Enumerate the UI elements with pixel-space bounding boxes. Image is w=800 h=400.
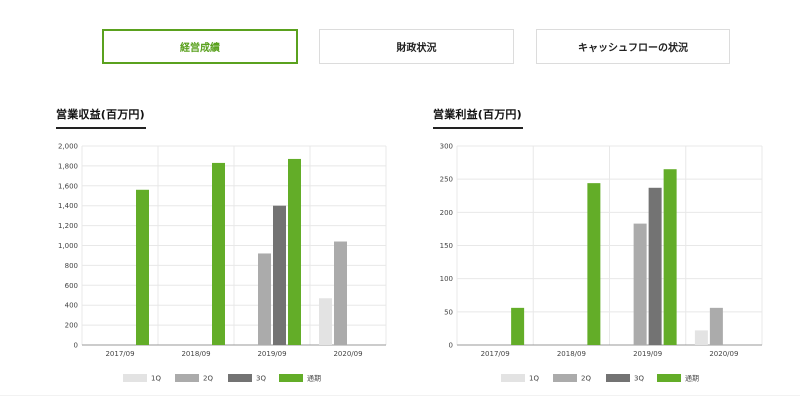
y-tick-label: 200 [440, 209, 453, 217]
profit-chart: 0 50 100 150 200 250 300 2017/09 2018/09 2019/09 2… [440, 143, 763, 383]
legend-swatch [553, 374, 577, 382]
y-tick-label: 0 [449, 342, 453, 350]
y-tick-label: 300 [440, 143, 453, 151]
legend-swatch [501, 374, 525, 382]
legend-swatch [657, 374, 681, 382]
bar-2019-09-2Q [633, 223, 647, 345]
y-tick-label: 150 [440, 242, 453, 250]
bar-2020-09-1Q [694, 330, 708, 345]
section-divider [0, 395, 800, 396]
x-tick-label: 2020/09 [709, 350, 738, 358]
y-tick-label: 250 [440, 176, 453, 184]
y-tick-label: 100 [440, 275, 453, 283]
x-tick-label: 2018/09 [557, 350, 586, 358]
legend-label: 3Q [634, 375, 644, 383]
bar-2019-09-3Q [648, 187, 662, 345]
bar-2018-09-通期 [587, 183, 601, 345]
legend-label: 2Q [581, 375, 591, 383]
legend-label: 通期 [685, 374, 699, 383]
bar-2017-09-通期 [511, 307, 525, 345]
bar-2020-09-2Q [709, 307, 723, 345]
y-tick-label: 50 [444, 308, 453, 316]
legend-label: 1Q [529, 375, 539, 383]
legend-swatch [606, 374, 630, 382]
x-tick-label: 2017/09 [481, 350, 510, 358]
bar-2019-09-通期 [663, 169, 677, 345]
x-tick-label: 2019/09 [633, 350, 662, 358]
